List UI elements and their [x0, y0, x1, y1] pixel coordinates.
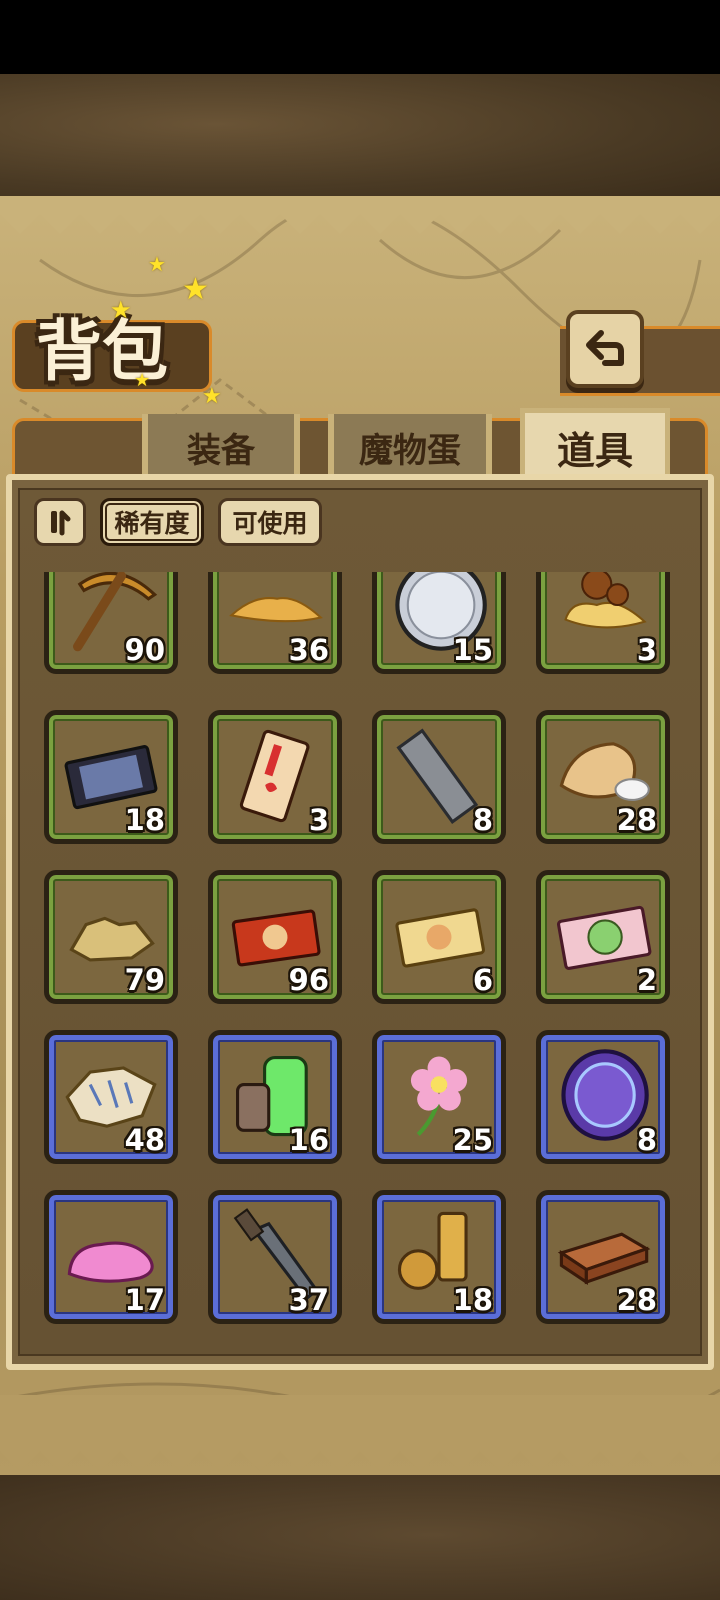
item-quantity: 15: [452, 633, 493, 667]
item-slot[interactable]: 15: [372, 572, 506, 674]
item-slot[interactable]: 18: [44, 710, 178, 844]
rarity-filter-label: 稀有度: [114, 509, 190, 538]
item-slot[interactable]: 16: [208, 1030, 342, 1164]
tab-equipment[interactable]: 装备: [142, 414, 300, 480]
rarity-filter-button[interactable]: 稀有度: [100, 498, 204, 546]
item-quantity: 18: [452, 1283, 493, 1317]
item-quantity: 37: [288, 1283, 329, 1317]
item-slot[interactable]: 17: [44, 1190, 178, 1324]
item-quantity: 96: [288, 963, 329, 997]
item-quantity: 3: [636, 633, 657, 667]
item-quantity: 17: [124, 1283, 165, 1317]
item-quantity: 16: [288, 1123, 329, 1157]
item-quantity: 48: [124, 1123, 165, 1157]
item-quantity: 8: [636, 1123, 657, 1157]
sort-toggle-button[interactable]: [34, 498, 86, 546]
background-map-top: [0, 74, 720, 200]
paper-torn-edge-top: [0, 196, 720, 234]
item-slot[interactable]: 25: [372, 1030, 506, 1164]
star-icon: ★: [182, 272, 209, 307]
item-quantity: 25: [452, 1123, 493, 1157]
star-icon: ★: [134, 370, 151, 391]
item-slot[interactable]: 48: [44, 1030, 178, 1164]
tab-label: 魔物蛋: [359, 430, 461, 471]
item-slot[interactable]: 28: [536, 1190, 670, 1324]
item-quantity: 8: [472, 803, 493, 837]
item-slot[interactable]: 3: [208, 710, 342, 844]
return-arrow-icon: [586, 330, 624, 366]
usable-filter-button[interactable]: 可使用: [218, 498, 322, 546]
item-quantity: 79: [124, 963, 165, 997]
background-map-bottom: [0, 1470, 720, 1600]
star-icon: ★: [110, 296, 132, 324]
item-slot[interactable]: 96: [208, 870, 342, 1004]
item-slot[interactable]: 2: [536, 870, 670, 1004]
item-quantity: 28: [616, 803, 657, 837]
item-quantity: 28: [616, 1283, 657, 1317]
item-quantity: 18: [124, 803, 165, 837]
item-quantity: 3: [308, 803, 329, 837]
item-slot[interactable]: 6: [372, 870, 506, 1004]
item-slot[interactable]: 36: [208, 572, 342, 674]
item-slot[interactable]: 28: [536, 710, 670, 844]
item-slot[interactable]: 90: [44, 572, 178, 674]
tab-label: 道具: [556, 428, 633, 473]
tab-monster-eggs[interactable]: 魔物蛋: [328, 414, 492, 480]
item-grid: 90 36 15 3 18 3 8 28 79 96 6 2 48 16 25 …: [30, 572, 690, 1332]
item-slot[interactable]: 79: [44, 870, 178, 1004]
star-icon: ★: [148, 252, 166, 276]
item-quantity: 6: [472, 963, 493, 997]
item-quantity: 36: [288, 633, 329, 667]
item-quantity: 90: [124, 633, 165, 667]
star-icon: ★: [202, 384, 222, 409]
paper-torn-edge-bottom: [0, 1395, 720, 1471]
item-slot[interactable]: 8: [372, 710, 506, 844]
item-slot[interactable]: 3: [536, 572, 670, 674]
item-quantity: 2: [636, 963, 657, 997]
back-button[interactable]: [566, 310, 644, 388]
tab-label: 装备: [187, 430, 255, 471]
usable-filter-label: 可使用: [232, 509, 308, 538]
sort-icon: [51, 510, 71, 536]
item-slot[interactable]: 18: [372, 1190, 506, 1324]
tab-items[interactable]: 道具: [520, 408, 670, 482]
item-slot[interactable]: 8: [536, 1030, 670, 1164]
item-slot[interactable]: 37: [208, 1190, 342, 1324]
status-bar: [0, 0, 720, 74]
